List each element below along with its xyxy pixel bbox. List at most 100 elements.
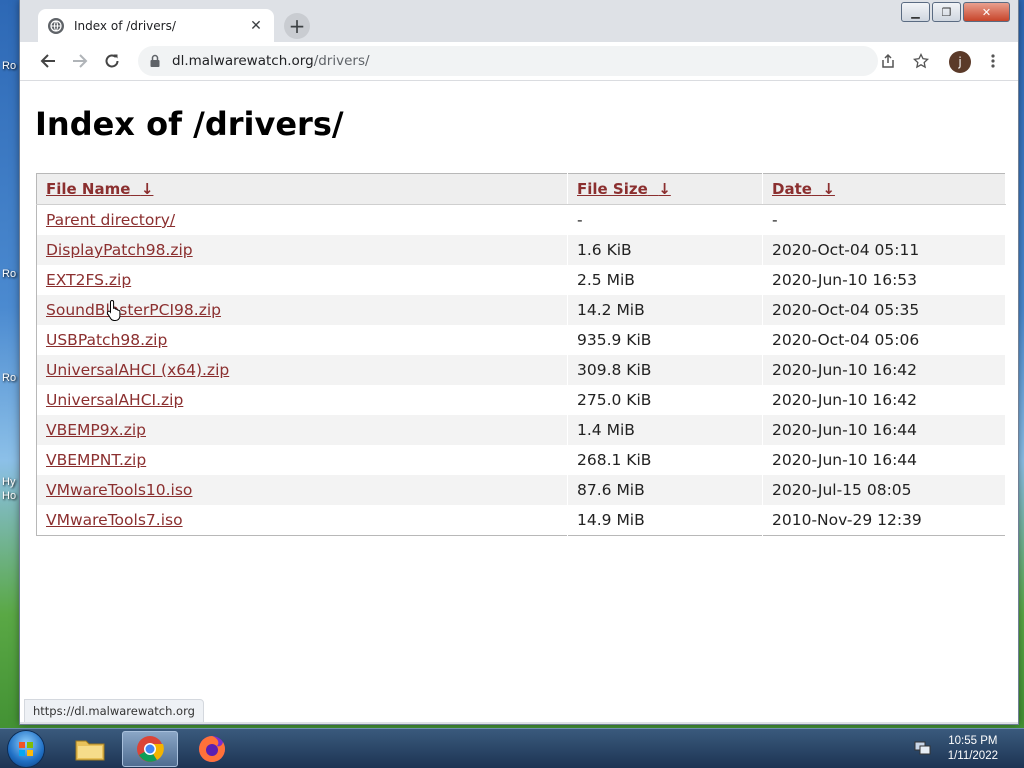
url-text: dl.malwarewatch.org/drivers/ xyxy=(172,53,370,69)
file-size: 1.4 MiB xyxy=(567,415,763,445)
chrome-icon xyxy=(137,736,164,762)
reload-button[interactable] xyxy=(98,47,126,75)
lock-icon[interactable] xyxy=(148,54,162,68)
sort-by-size-link[interactable]: File Size ↓ xyxy=(577,180,671,198)
bookmark-button[interactable] xyxy=(910,50,932,72)
new-tab-button[interactable]: + xyxy=(284,13,310,39)
desktop-icon-label[interactable]: Ho xyxy=(2,490,16,502)
address-bar[interactable]: dl.malwarewatch.org/drivers/ xyxy=(138,46,878,76)
file-size: 935.9 KiB xyxy=(567,325,763,355)
system-clock[interactable]: 10:55 PM 1/11/2022 xyxy=(948,734,998,764)
table-row: SoundBlasterPCI98.zip 14.2 MiB 2020-Oct-… xyxy=(36,295,1006,325)
hand-cursor-icon xyxy=(106,299,121,321)
sort-by-name-link[interactable]: File Name ↓ xyxy=(46,180,153,198)
table-row: UniversalAHCI (x64).zip 309.8 KiB 2020-J… xyxy=(36,355,1006,385)
reload-icon xyxy=(105,54,119,68)
tab-active[interactable]: Index of /drivers/ ✕ xyxy=(38,9,274,42)
globe-icon xyxy=(48,17,64,34)
taskbar-explorer-button[interactable] xyxy=(62,731,118,767)
table-row: VBEMPNT.zip 268.1 KiB 2020-Jun-10 16:44 xyxy=(36,445,1006,475)
file-size: 2.5 MiB xyxy=(567,265,763,295)
desktop-icon-label[interactable]: Ro xyxy=(2,372,16,384)
file-date: 2020-Oct-04 05:35 xyxy=(762,295,1006,325)
table-row: EXT2FS.zip 2.5 MiB 2020-Jun-10 16:53 xyxy=(36,265,1006,295)
close-window-button[interactable]: ✕ xyxy=(963,2,1010,22)
file-link[interactable]: SoundBlasterPCI98.zip xyxy=(46,301,221,319)
taskbar: 10:55 PM 1/11/2022 xyxy=(0,728,1024,768)
file-link[interactable]: VBEMP9x.zip xyxy=(46,421,146,439)
kebab-menu-icon xyxy=(991,54,995,68)
network-icon[interactable] xyxy=(914,740,932,756)
file-link[interactable]: VMwareTools7.iso xyxy=(46,511,183,529)
table-row: USBPatch98.zip 935.9 KiB 2020-Oct-04 05:… xyxy=(36,325,1006,355)
taskbar-chrome-button[interactable] xyxy=(122,731,178,767)
table-header-row: File Name ↓ File Size ↓ Date ↓ xyxy=(36,173,1006,205)
taskbar-firefox-button[interactable] xyxy=(184,731,240,767)
file-size: 14.9 MiB xyxy=(567,505,763,536)
back-button[interactable] xyxy=(34,47,62,75)
desktop-icon-label[interactable]: Ro xyxy=(2,268,16,280)
file-date: 2020-Jun-10 16:44 xyxy=(762,445,1006,475)
column-header-name: File Name ↓ xyxy=(36,173,568,205)
file-date: 2020-Jun-10 16:42 xyxy=(762,385,1006,415)
star-icon xyxy=(913,53,929,69)
file-date: 2020-Oct-04 05:11 xyxy=(762,235,1006,265)
firefox-icon xyxy=(199,736,225,762)
file-size: 268.1 KiB xyxy=(567,445,763,475)
arrow-right-icon xyxy=(73,54,88,68)
forward-button[interactable] xyxy=(66,47,94,75)
share-icon xyxy=(882,53,894,68)
table-row: VBEMP9x.zip 1.4 MiB 2020-Jun-10 16:44 xyxy=(36,415,1006,445)
file-date: - xyxy=(762,204,1006,235)
file-link[interactable]: EXT2FS.zip xyxy=(46,271,131,289)
arrow-left-icon xyxy=(40,54,55,68)
page-content: Index of /drivers/ File Name ↓ File Size… xyxy=(20,81,1018,722)
file-size: 309.8 KiB xyxy=(567,355,763,385)
minimize-button[interactable]: ▁ xyxy=(901,2,930,22)
file-date: 2010-Nov-29 12:39 xyxy=(762,505,1006,536)
tab-title: Index of /drivers/ xyxy=(74,18,176,33)
start-button[interactable] xyxy=(8,731,44,767)
sort-by-date-link[interactable]: Date ↓ xyxy=(772,180,835,198)
file-size: - xyxy=(567,204,763,235)
file-link[interactable]: VMwareTools10.iso xyxy=(46,481,192,499)
file-link[interactable]: UniversalAHCI.zip xyxy=(46,391,183,409)
file-link[interactable]: DisplayPatch98.zip xyxy=(46,241,193,259)
title-bar[interactable]: Index of /drivers/ ✕ + ▁ ❐ ✕ xyxy=(20,0,1018,42)
file-link[interactable]: USBPatch98.zip xyxy=(46,331,167,349)
status-bar-url: https://dl.malwarewatch.org xyxy=(24,699,204,722)
table-row: Parent directory/ - - xyxy=(36,204,1006,235)
desktop-icon-label[interactable]: Ro xyxy=(2,60,16,72)
menu-button[interactable] xyxy=(982,50,1004,72)
page-title: Index of /drivers/ xyxy=(35,105,344,143)
table-row: VMwareTools10.iso 87.6 MiB 2020-Jul-15 0… xyxy=(36,475,1006,505)
file-date: 2020-Oct-04 05:06 xyxy=(762,325,1006,355)
file-date: 2020-Jun-10 16:53 xyxy=(762,265,1006,295)
desktop-icon-label[interactable]: Hy xyxy=(2,476,15,488)
file-link[interactable]: VBEMPNT.zip xyxy=(46,451,146,469)
window-controls: ▁ ❐ ✕ xyxy=(899,2,1010,22)
file-listing-table: File Name ↓ File Size ↓ Date ↓ Parent di… xyxy=(36,173,1006,536)
file-date: 2020-Jun-10 16:44 xyxy=(762,415,1006,445)
table-row: UniversalAHCI.zip 275.0 KiB 2020-Jun-10 … xyxy=(36,385,1006,415)
url-host: dl.malwarewatch.org xyxy=(172,53,314,69)
windows-logo-icon xyxy=(19,742,33,756)
table-row: DisplayPatch98.zip 1.6 KiB 2020-Oct-04 0… xyxy=(36,235,1006,265)
parent-directory-link[interactable]: Parent directory/ xyxy=(46,211,175,229)
maximize-button[interactable]: ❐ xyxy=(932,2,961,22)
column-header-date: Date ↓ xyxy=(762,173,1006,205)
file-size: 14.2 MiB xyxy=(567,295,763,325)
file-link[interactable]: UniversalAHCI (x64).zip xyxy=(46,361,229,379)
file-size: 275.0 KiB xyxy=(567,385,763,415)
browser-window: Index of /drivers/ ✕ + ▁ ❐ ✕ dl.malwarew… xyxy=(20,0,1018,724)
table-row: VMwareTools7.iso 14.9 MiB 2010-Nov-29 12… xyxy=(36,505,1006,536)
file-date: 2020-Jun-10 16:42 xyxy=(762,355,1006,385)
folder-icon xyxy=(75,740,105,761)
browser-toolbar: dl.malwarewatch.org/drivers/ j xyxy=(20,42,1018,81)
url-path: /drivers/ xyxy=(313,53,370,69)
file-size: 1.6 KiB xyxy=(567,235,763,265)
clock-time: 10:55 PM xyxy=(948,735,998,747)
profile-avatar[interactable]: j xyxy=(949,51,971,73)
share-button[interactable] xyxy=(877,50,899,72)
close-tab-icon[interactable]: ✕ xyxy=(248,18,264,34)
